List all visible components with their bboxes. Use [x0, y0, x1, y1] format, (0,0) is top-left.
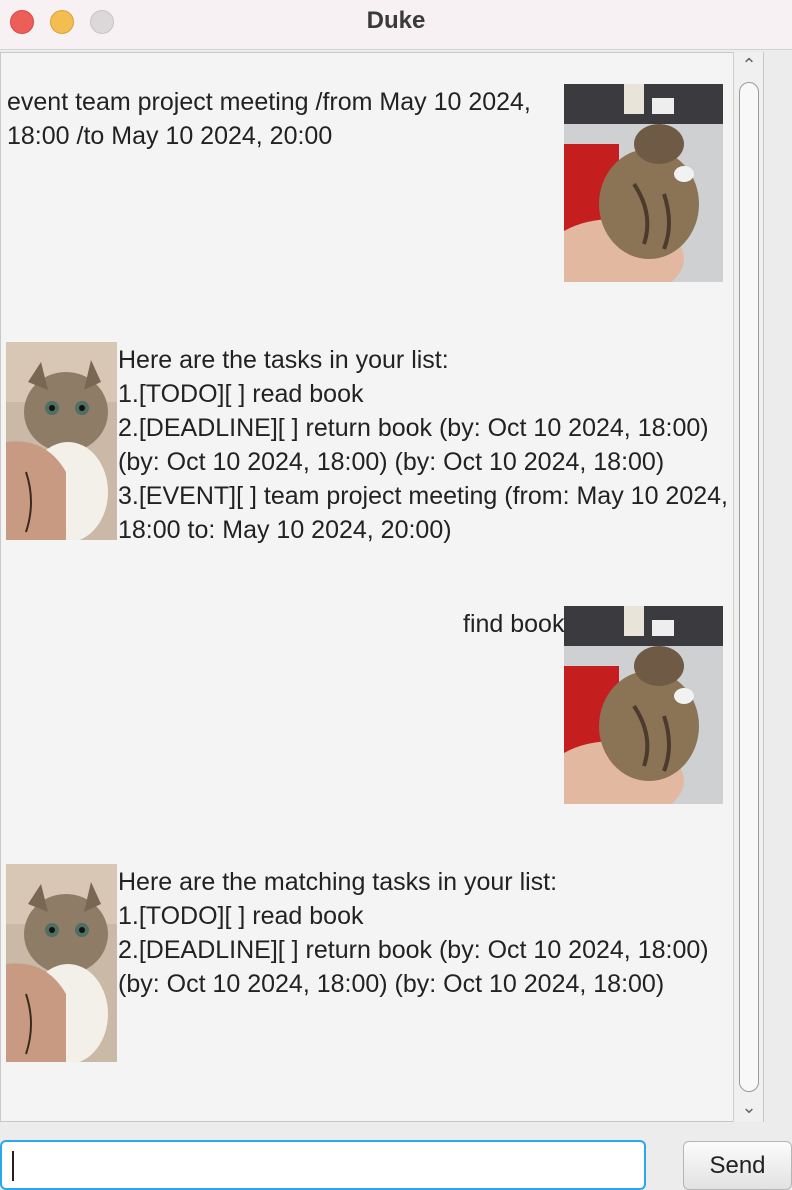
dialog-scroll-pane[interactable]: event team project meeting /from May 10 … [0, 52, 764, 1122]
title-bar: Duke [0, 0, 792, 50]
scroll-down-icon[interactable]: ⌄ [738, 1096, 760, 1118]
window-title: Duke [366, 7, 426, 34]
user-message-text: event team project meeting /from May 10 … [7, 88, 531, 150]
duke-message-text: Here are the tasks in your list: 1.[TODO… [118, 346, 728, 544]
message-input[interactable] [0, 1140, 646, 1190]
duke-avatar [6, 864, 117, 1062]
vertical-scrollbar[interactable]: ⌃ ⌄ [733, 52, 763, 1122]
user-avatar [564, 84, 723, 282]
scrollbar-thumb[interactable] [739, 82, 759, 1092]
user-avatar [564, 606, 723, 804]
send-button[interactable]: Send [683, 1141, 792, 1190]
scroll-up-icon[interactable]: ⌃ [738, 54, 760, 76]
duke-message-text: Here are the matching tasks in your list… [118, 868, 709, 998]
text-caret [12, 1151, 14, 1181]
duke-avatar [6, 342, 117, 540]
user-message-text: find book [463, 610, 565, 638]
